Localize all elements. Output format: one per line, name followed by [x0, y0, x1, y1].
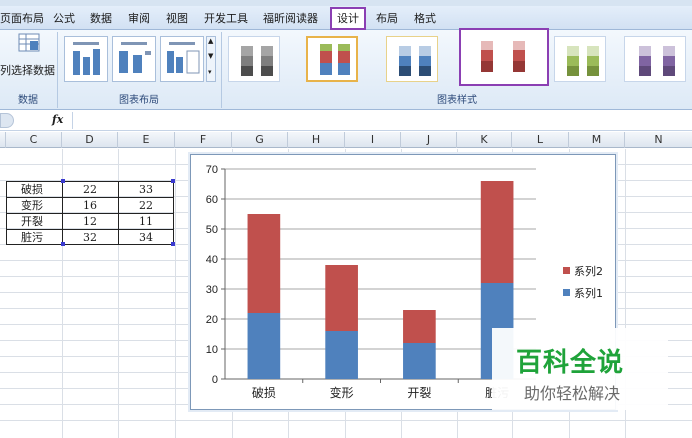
chart-layout-1-button[interactable]	[64, 36, 108, 82]
style-swatch	[567, 46, 579, 76]
bar-2-2	[325, 265, 358, 331]
y-tick-label: 70	[206, 164, 218, 176]
ribbon-tab-bar: 页面布局 公式 数据 审阅 视图 开发工具 福昕阅读器 设计 布局 格式	[0, 6, 692, 30]
x-tick-label: 开裂	[407, 386, 431, 400]
table-cell[interactable]: 34	[139, 230, 153, 245]
y-tick-label: 40	[206, 254, 218, 266]
bar-1-1	[247, 313, 281, 379]
style-swatch	[399, 46, 411, 76]
table-cell[interactable]: 22	[139, 198, 153, 213]
bar-1-2	[325, 331, 358, 379]
formula-bar: fx	[0, 111, 692, 131]
bar-1-3	[403, 343, 436, 379]
x-tick-label: 破损	[252, 385, 276, 400]
tab-data[interactable]: 数据	[90, 10, 112, 28]
bar-2-4	[480, 181, 514, 283]
watermark-subtitle: 助你轻松解决	[524, 384, 621, 403]
table-cell[interactable]: 32	[83, 230, 97, 245]
column-header[interactable]: N	[625, 132, 692, 148]
legend-label: 系列1	[574, 286, 603, 300]
switch-row-column-button[interactable]: 列	[0, 62, 11, 78]
style-swatch	[639, 46, 651, 76]
style-swatch	[241, 46, 253, 76]
bar-2-3	[403, 310, 436, 343]
y-tick-label: 60	[206, 194, 218, 206]
tab-formulas[interactable]: 公式	[53, 10, 75, 28]
style-swatch	[481, 41, 493, 72]
tab-view[interactable]: 视图	[166, 10, 188, 28]
table-cell[interactable]: 变形	[21, 198, 43, 213]
tab-page-layout[interactable]: 页面布局	[0, 10, 44, 28]
tab-review[interactable]: 审阅	[128, 10, 150, 28]
chart-style-blue-button[interactable]	[386, 36, 438, 82]
select-data-icon	[18, 32, 40, 54]
style-swatch	[513, 41, 525, 72]
x-tick-label: 变形	[330, 385, 354, 400]
style-swatch	[338, 44, 350, 75]
chart-layout-3-button[interactable]	[160, 36, 204, 82]
name-box-collapse[interactable]	[0, 113, 14, 128]
table-cell[interactable]: 33	[139, 182, 153, 197]
legend-swatch	[563, 267, 570, 274]
scroll-down-icon[interactable]: ▼	[208, 52, 213, 60]
column-header[interactable]: F	[175, 132, 232, 148]
chart-style-purple-button[interactable]	[624, 36, 686, 82]
tab-developer[interactable]: 开发工具	[204, 10, 248, 28]
y-tick-label: 0	[212, 374, 218, 386]
table-cell[interactable]: 开裂	[21, 214, 43, 229]
legend-label: 系列2	[574, 264, 603, 278]
data-range[interactable]: 破损 22 33 变形 16 22 开裂 12 11 脏污 32 34	[6, 179, 175, 246]
column-header[interactable]: C	[6, 132, 62, 148]
column-header[interactable]: M	[569, 132, 625, 148]
chart-layout-scroll[interactable]: ▲ ▼ ▾	[206, 36, 216, 82]
table-cell[interactable]: 22	[83, 182, 97, 197]
table-cell[interactable]: 12	[83, 214, 97, 229]
style-swatch	[320, 44, 332, 75]
column-header[interactable]: K	[457, 132, 512, 148]
table-cell[interactable]: 16	[83, 198, 97, 213]
table-cell[interactable]: 脏污	[21, 230, 43, 245]
chart-style-multicolor-button[interactable]	[306, 36, 358, 82]
chart-layout-group-label: 图表布局	[119, 95, 159, 106]
data-group-label: 数据	[18, 95, 38, 106]
chart-styles-group-label: 图表样式	[437, 95, 477, 106]
column-headers: C D E F G H I J K L M N	[0, 132, 692, 148]
more-icon[interactable]: ▾	[208, 68, 212, 76]
column-header[interactable]: E	[118, 132, 175, 148]
tab-layout[interactable]: 布局	[376, 10, 398, 28]
style-swatch	[663, 46, 675, 76]
chart-style-green-button[interactable]	[554, 36, 606, 82]
y-tick-label: 10	[206, 344, 218, 356]
chart-layout-2-button[interactable]	[112, 36, 156, 82]
column-header[interactable]: I	[345, 132, 401, 148]
table-cell[interactable]: 破损	[21, 182, 43, 197]
tab-foxit-reader[interactable]: 福昕阅读器	[263, 10, 318, 28]
y-tick-label: 30	[206, 284, 218, 296]
chart-style-gray-button[interactable]	[228, 36, 280, 82]
column-header[interactable]: G	[232, 132, 288, 148]
table-cell[interactable]: 11	[139, 214, 153, 229]
bar-2-1	[247, 214, 281, 313]
column-header[interactable]: H	[288, 132, 345, 148]
watermark-title: 百科全说	[516, 348, 625, 378]
watermark: 百科全说 助你轻松解决	[492, 328, 668, 410]
style-swatch	[587, 46, 599, 76]
ribbon: 列 选择数据 数据 ▲ ▼ ▾ 图表布局 图表样式	[0, 28, 692, 110]
formula-input[interactable]	[72, 112, 692, 129]
column-header[interactable]: L	[512, 132, 569, 148]
column-header[interactable]: D	[62, 132, 118, 148]
y-tick-label: 20	[206, 314, 218, 326]
style-swatch	[419, 46, 431, 76]
scroll-up-icon[interactable]: ▲	[208, 37, 213, 45]
y-tick-label: 50	[206, 224, 218, 236]
tab-design[interactable]: 设计	[330, 7, 366, 30]
chart-style-red-button[interactable]	[459, 28, 549, 86]
insert-function-icon[interactable]: fx	[52, 113, 63, 126]
select-data-button[interactable]: 选择数据	[11, 62, 55, 78]
column-header[interactable]: J	[401, 132, 457, 148]
style-swatch	[261, 46, 273, 76]
tab-format[interactable]: 格式	[414, 10, 436, 28]
legend-swatch	[563, 289, 570, 296]
